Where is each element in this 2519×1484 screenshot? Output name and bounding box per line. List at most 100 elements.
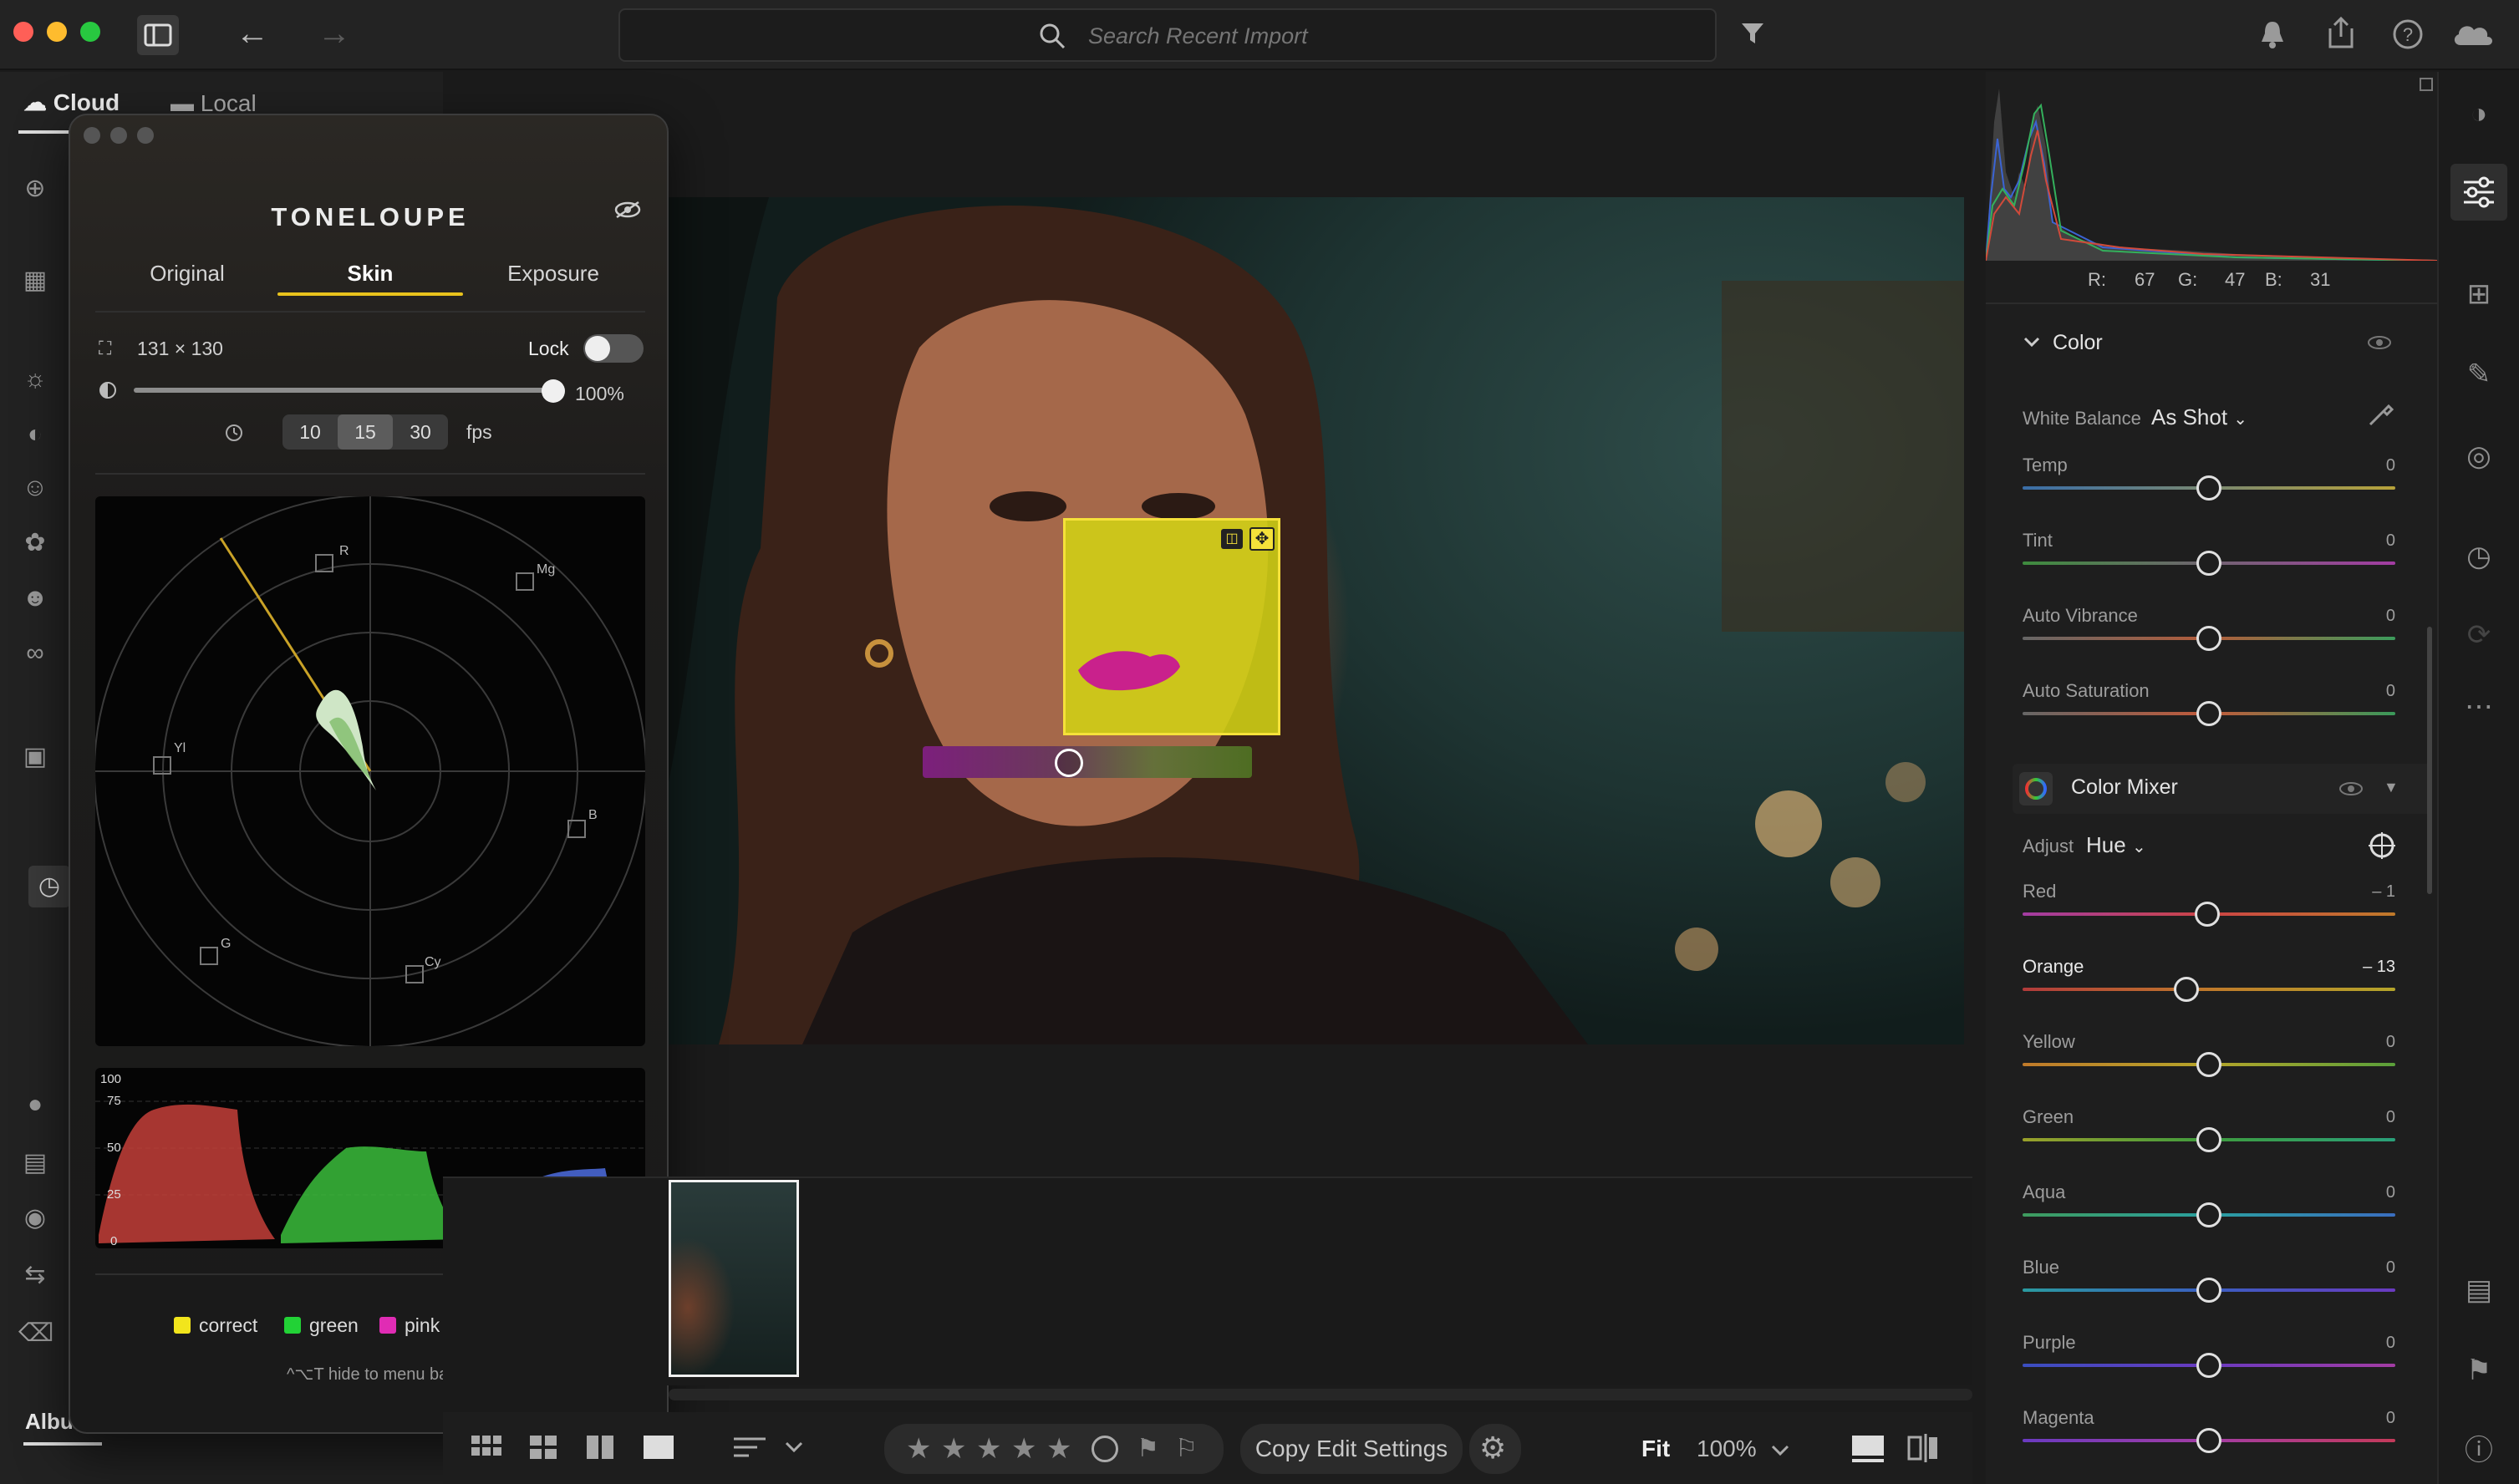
zoom-level[interactable]: 100%: [1697, 1436, 1757, 1462]
recent-clock-icon[interactable]: ◷: [28, 866, 70, 907]
single-view-icon[interactable]: [642, 1434, 675, 1462]
fps-10-button[interactable]: 10: [282, 414, 338, 450]
flag-reject-icon[interactable]: ⚐: [1175, 1434, 1198, 1463]
color-slider-knob[interactable]: [2196, 701, 2221, 726]
opacity-slider-track[interactable]: [134, 388, 555, 393]
search-input[interactable]: [1088, 22, 1590, 50]
targeted-adjust-icon[interactable]: [2367, 831, 2397, 861]
loupe-minimize-button[interactable]: [110, 127, 127, 144]
comments-icon[interactable]: ▤: [2460, 1272, 2497, 1309]
color-visibility-eye-icon[interactable]: [2367, 334, 2392, 351]
star-3-icon[interactable]: ★: [976, 1432, 1001, 1466]
color-chevron-down-icon[interactable]: [2023, 336, 2041, 349]
loupe-close-button[interactable]: [84, 127, 100, 144]
cloud-icon[interactable]: [2450, 18, 2496, 48]
mixer-slider-knob[interactable]: [2196, 1202, 2221, 1227]
forward-arrow-icon[interactable]: →: [318, 17, 351, 50]
unflag-circle-icon[interactable]: [1092, 1436, 1118, 1462]
loupe-zoom-button[interactable]: [137, 127, 154, 144]
more-options-icon[interactable]: ⋯: [2460, 689, 2497, 725]
color-mixer-title[interactable]: Color Mixer: [2071, 775, 2178, 800]
back-arrow-icon[interactable]: ←: [236, 17, 269, 50]
chevron-down-icon[interactable]: [784, 1441, 804, 1454]
tab-original[interactable]: Original: [95, 261, 279, 287]
zoom-window-button[interactable]: [80, 22, 100, 42]
grid-small-icon[interactable]: [470, 1434, 503, 1462]
history-icon[interactable]: ◷: [2460, 538, 2497, 575]
edit-panel-scrollbar[interactable]: [2427, 627, 2432, 894]
star-5-icon[interactable]: ★: [1046, 1432, 1071, 1466]
fit-button[interactable]: Fit: [1641, 1436, 1670, 1462]
color-section-title[interactable]: Color: [2053, 331, 2103, 355]
mixer-slider-knob[interactable]: [2196, 1353, 2221, 1378]
person-icon[interactable]: ◉: [18, 1202, 52, 1235]
main-photo[interactable]: [669, 197, 1964, 1044]
move-icon[interactable]: ✥: [1249, 527, 1275, 551]
mixer-slider-track[interactable]: [2023, 988, 2395, 991]
search-bar[interactable]: [618, 8, 1717, 62]
fps-30-button[interactable]: 30: [393, 414, 448, 450]
fps-15-button[interactable]: 15: [338, 414, 393, 450]
sync-arrows-icon[interactable]: ⇆: [18, 1258, 52, 1292]
filmstrip-thumbnail[interactable]: [669, 1180, 799, 1377]
white-balance-dropdown[interactable]: As Shot ⌄: [2151, 404, 2247, 430]
toggle-sidebar-button[interactable]: [137, 15, 179, 55]
hue-adjust-bar[interactable]: [923, 746, 1252, 778]
info-icon[interactable]: ⓘ: [2460, 1432, 2497, 1469]
sliders-icon[interactable]: [2460, 174, 2497, 211]
people-icon[interactable]: ☺: [18, 471, 52, 505]
tab-skin[interactable]: Skin: [278, 261, 462, 287]
lock-toggle[interactable]: [583, 334, 644, 363]
skin-overlay-region[interactable]: ◫ ✥: [1063, 518, 1280, 735]
eyedropper-icon[interactable]: [2365, 399, 2395, 429]
tab-exposure[interactable]: Exposure: [461, 261, 645, 287]
share-icon[interactable]: [2325, 15, 2357, 50]
grid-icon[interactable]: [528, 1434, 558, 1462]
photo-icon[interactable]: ▣: [18, 740, 52, 774]
mixer-slider-knob[interactable]: [2196, 1278, 2221, 1303]
infinity-icon[interactable]: ∞: [18, 637, 52, 670]
mixer-slider-knob[interactable]: [2196, 1127, 2221, 1152]
badge-icon[interactable]: ✿: [18, 526, 52, 560]
mixer-slider-knob[interactable]: [2196, 1428, 2221, 1453]
color-slider-knob[interactable]: [2196, 551, 2221, 576]
tab-cloud[interactable]: ☁ Cloud: [23, 89, 120, 116]
copy-edit-settings-button[interactable]: Copy Edit Settings: [1240, 1424, 1463, 1474]
close-window-button[interactable]: [13, 22, 33, 42]
lightbulb-icon[interactable]: ☼: [18, 363, 52, 396]
auto-icon[interactable]: ◑: [2460, 95, 2497, 132]
zoom-chevron-down-icon[interactable]: [1770, 1444, 1790, 1457]
tag-icon[interactable]: ⚑: [2460, 1352, 2497, 1389]
mixer-visibility-eye-icon[interactable]: [2338, 780, 2364, 797]
mixer-collapse-icon[interactable]: ▼: [2384, 779, 2399, 796]
masking-icon[interactable]: ◎: [2460, 438, 2497, 475]
add-photos-icon[interactable]: ⊕: [18, 172, 52, 206]
color-slider-knob[interactable]: [2196, 475, 2221, 501]
edit-icon[interactable]: ▦: [18, 264, 52, 297]
healing-icon[interactable]: ✎: [2460, 356, 2497, 393]
hue-adjust-knob[interactable]: [1055, 749, 1083, 777]
sort-icon[interactable]: [732, 1434, 767, 1462]
mixer-slider-knob[interactable]: [2196, 1052, 2221, 1077]
minimize-window-button[interactable]: [47, 22, 67, 42]
versions-icon[interactable]: ⟳: [2460, 617, 2497, 653]
bell-icon[interactable]: [2258, 18, 2287, 50]
compare-view-icon[interactable]: [1906, 1432, 1941, 1464]
help-icon[interactable]: ?: [2392, 18, 2424, 50]
star-4-icon[interactable]: ★: [1011, 1432, 1036, 1466]
mixer-slider-knob[interactable]: [2194, 902, 2220, 927]
bulb-small-icon[interactable]: ●: [18, 1088, 52, 1121]
crop-icon[interactable]: ⊞: [2460, 276, 2497, 313]
color-mixer-button[interactable]: [2019, 772, 2053, 806]
globe-icon[interactable]: ◐: [18, 418, 52, 451]
gear-icon[interactable]: ⚙: [1479, 1431, 1506, 1466]
filmstrip-toggle-icon[interactable]: [1850, 1434, 1885, 1464]
person-add-icon[interactable]: ☻: [18, 582, 52, 615]
trash-icon[interactable]: ⌫: [18, 1317, 53, 1350]
albums-label[interactable]: Albu: [25, 1409, 74, 1435]
star-2-icon[interactable]: ★: [941, 1432, 966, 1466]
calendar-icon[interactable]: ▤: [18, 1146, 52, 1180]
star-1-icon[interactable]: ★: [906, 1432, 931, 1466]
color-slider-knob[interactable]: [2196, 626, 2221, 651]
adjust-dropdown[interactable]: Hue ⌄: [2086, 832, 2146, 858]
